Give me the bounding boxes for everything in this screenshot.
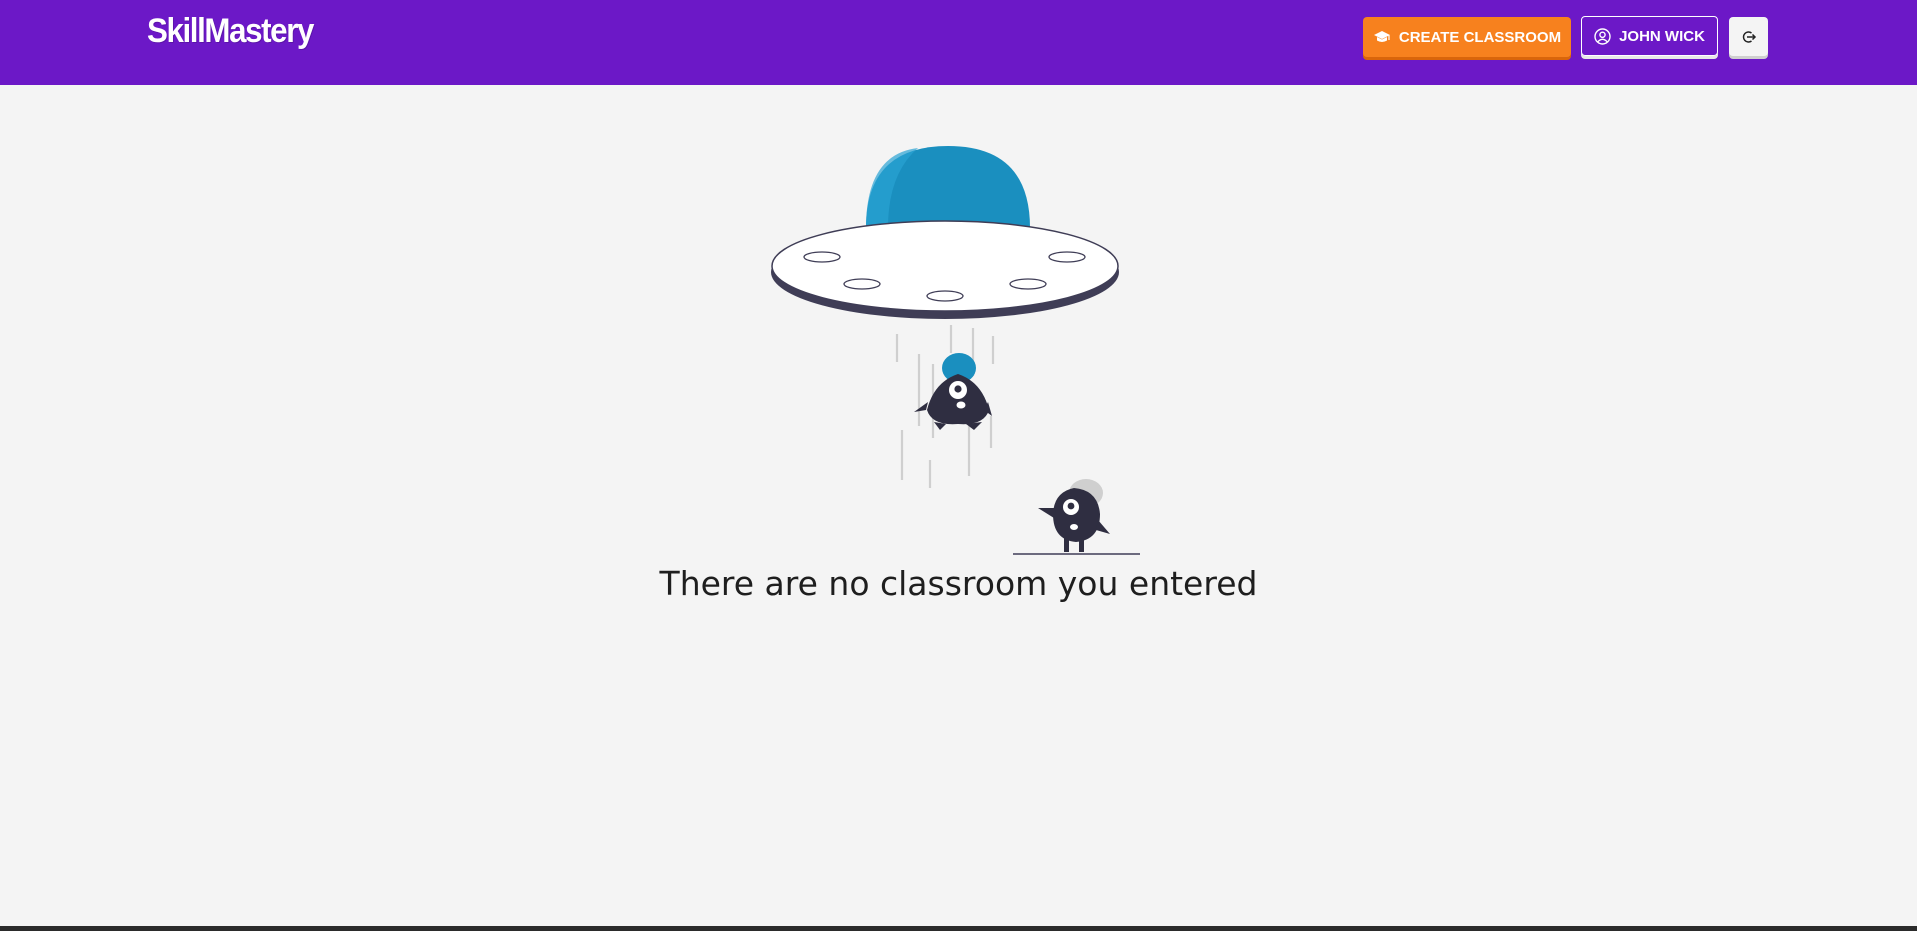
user-circle-icon bbox=[1594, 27, 1611, 45]
logout-button[interactable] bbox=[1729, 17, 1768, 56]
brand-logo[interactable]: SkillMastery bbox=[147, 12, 314, 51]
logout-icon bbox=[1741, 29, 1757, 45]
user-name-label: JOHN WICK bbox=[1619, 27, 1705, 45]
graduation-cap-icon bbox=[1373, 30, 1391, 44]
empty-state-message: There are no classroom you entered bbox=[659, 564, 1258, 603]
ufo-empty-state-illustration bbox=[771, 146, 1140, 555]
navbar: SkillMastery CREATE CLASSROOM JOHN WICK bbox=[0, 0, 1917, 85]
ufo-icon bbox=[771, 146, 1119, 319]
bottom-bar bbox=[0, 926, 1917, 931]
create-classroom-label: CREATE CLASSROOM bbox=[1398, 28, 1562, 46]
floating-creature-icon bbox=[914, 353, 992, 430]
standing-creature-icon bbox=[1013, 479, 1140, 555]
create-classroom-button[interactable]: CREATE CLASSROOM bbox=[1363, 17, 1571, 57]
user-profile-button[interactable]: JOHN WICK bbox=[1581, 16, 1718, 56]
